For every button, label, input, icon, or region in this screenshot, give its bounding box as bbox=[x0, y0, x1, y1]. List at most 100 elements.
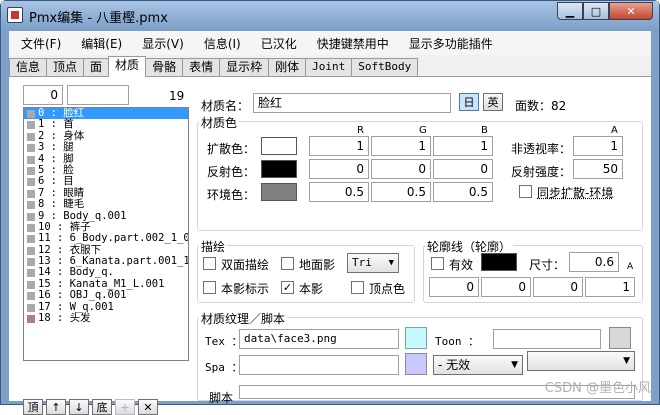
material-count: 19 bbox=[169, 89, 185, 103]
tex-path-input[interactable]: data\face3.png bbox=[239, 329, 399, 349]
material-swatch bbox=[27, 121, 35, 130]
edge-color-swatch[interactable] bbox=[481, 253, 517, 271]
menu-localized[interactable]: 已汉化 bbox=[253, 35, 305, 52]
tab-vertex[interactable]: 顶点 bbox=[46, 58, 85, 76]
diffuse-r-input[interactable]: 1 bbox=[309, 136, 369, 156]
spa-preview[interactable] bbox=[405, 353, 427, 375]
material-name-input[interactable]: 脸红 bbox=[253, 93, 451, 113]
material-swatch bbox=[27, 303, 35, 312]
app-window: Pmx编集 - 八重樫.pmx ▁ □ ✕ 文件(F) 编辑(E) 显示(V) … bbox=[0, 0, 660, 415]
primitive-select[interactable]: Tri ▼ bbox=[347, 253, 399, 273]
menu-view[interactable]: 显示(V) bbox=[134, 35, 192, 52]
toon-label: Toon ： bbox=[435, 335, 480, 348]
double-sided-label: 双面描绘 bbox=[221, 258, 270, 272]
ambient-r-input[interactable]: 0.5 bbox=[309, 182, 369, 202]
title-bar[interactable]: Pmx编集 - 八重樫.pmx ▁ □ ✕ bbox=[1, 1, 659, 29]
minimize-button[interactable]: ▁ bbox=[557, 2, 583, 20]
specular-g-input[interactable]: 0 bbox=[371, 159, 431, 179]
material-swatch bbox=[27, 110, 35, 118]
tab-info[interactable]: 信息 bbox=[9, 58, 48, 76]
vertex-color-checkbox[interactable] bbox=[351, 281, 364, 294]
specular-color-swatch[interactable] bbox=[261, 160, 297, 178]
chevron-down-icon: ▼ bbox=[388, 258, 394, 268]
tab-morph[interactable]: 表情 bbox=[182, 58, 221, 76]
alpha-input[interactable]: 1 bbox=[573, 136, 623, 156]
tex-preview[interactable] bbox=[405, 327, 427, 349]
move-down-button[interactable]: ↓ bbox=[69, 399, 89, 415]
col-g: G bbox=[419, 125, 427, 136]
edge-g-input[interactable]: 0 bbox=[481, 277, 531, 297]
edge-valid-checkbox[interactable] bbox=[431, 257, 444, 270]
spa-path-input[interactable] bbox=[239, 355, 399, 375]
menu-edit[interactable]: 编辑(E) bbox=[73, 35, 130, 52]
app-icon[interactable] bbox=[7, 7, 23, 23]
chevron-down-icon: ▼ bbox=[511, 360, 518, 370]
material-search-input[interactable] bbox=[67, 85, 129, 105]
tab-display-frame[interactable]: 显示枠 bbox=[219, 58, 270, 76]
material-index-input[interactable]: 0 bbox=[23, 85, 63, 105]
diffuse-g-input[interactable]: 1 bbox=[371, 136, 431, 156]
alpha-label: 非透视率： bbox=[511, 142, 572, 156]
self-shadow-map-checkbox[interactable] bbox=[203, 281, 216, 294]
diffuse-label: 扩散色： bbox=[207, 142, 256, 156]
material-swatch bbox=[27, 258, 35, 267]
ground-shadow-checkbox[interactable] bbox=[281, 257, 294, 270]
material-swatch bbox=[27, 223, 35, 232]
self-shadow-map-label: 本影标示 bbox=[221, 282, 270, 296]
tab-material[interactable]: 材质 bbox=[108, 56, 147, 77]
toon-input[interactable] bbox=[493, 329, 601, 349]
lang-en-button[interactable]: 英 bbox=[483, 93, 503, 111]
delete-button[interactable]: ✕ bbox=[138, 399, 158, 415]
add-button[interactable]: + bbox=[115, 399, 135, 415]
menu-file[interactable]: 文件(F) bbox=[13, 35, 69, 52]
diffuse-b-input[interactable]: 1 bbox=[433, 136, 493, 156]
color-group-title: 材质色 bbox=[199, 114, 240, 131]
list-item[interactable]: 18 : 头发 bbox=[24, 312, 188, 324]
tab-bone[interactable]: 骨骼 bbox=[145, 58, 184, 76]
edge-b-input[interactable]: 0 bbox=[533, 277, 583, 297]
material-list[interactable]: 0 : 脸红 1 : 首 2 : 身体 3 : 腿 4 : 脚 5 : 脸 6 … bbox=[23, 107, 189, 361]
tab-rigidbody[interactable]: 刚体 bbox=[268, 58, 307, 76]
close-button[interactable]: ✕ bbox=[609, 2, 653, 20]
move-up-button[interactable]: ↑ bbox=[46, 399, 66, 415]
ambient-g-input[interactable]: 0.5 bbox=[371, 182, 431, 202]
specular-b-input[interactable]: 0 bbox=[433, 159, 493, 179]
ambient-color-swatch[interactable] bbox=[261, 183, 297, 201]
material-swatch bbox=[27, 246, 35, 255]
edge-size-label: 尺寸： bbox=[529, 258, 566, 272]
tab-face[interactable]: 面 bbox=[83, 58, 110, 76]
shared-toon-select[interactable]: ▼ bbox=[527, 351, 635, 371]
sync-checkbox[interactable] bbox=[519, 185, 532, 198]
toon-preview[interactable] bbox=[609, 327, 631, 349]
spec-power-label: 反射强度： bbox=[511, 165, 572, 179]
sync-label[interactable]: 同步扩散-环境 bbox=[537, 184, 613, 201]
tab-softbody[interactable]: SoftBody bbox=[351, 58, 419, 76]
menu-shortcuts[interactable]: 快捷键禁用中 bbox=[309, 35, 397, 52]
double-sided-checkbox[interactable] bbox=[203, 257, 216, 270]
spa-mode-select[interactable]: - 无效 ▼ bbox=[433, 355, 523, 375]
menu-info[interactable]: 信息(I) bbox=[196, 35, 249, 52]
edge-a-input[interactable]: 1 bbox=[585, 277, 635, 297]
lang-jp-button[interactable]: 日 bbox=[459, 93, 479, 111]
edge-valid-label: 有效 bbox=[449, 258, 474, 272]
menu-plugins[interactable]: 显示多功能插件 bbox=[401, 35, 501, 52]
material-swatch bbox=[27, 166, 35, 175]
material-name-label: 材质名： bbox=[201, 99, 250, 113]
specular-r-input[interactable]: 0 bbox=[309, 159, 369, 179]
move-bottom-button[interactable]: 底 bbox=[92, 399, 112, 415]
tex-label: Tex ： bbox=[205, 335, 243, 348]
maximize-button[interactable]: □ bbox=[583, 2, 609, 20]
edge-r-input[interactable]: 0 bbox=[429, 277, 479, 297]
ambient-b-input[interactable]: 0.5 bbox=[433, 182, 493, 202]
diffuse-color-swatch[interactable] bbox=[261, 137, 297, 155]
client-area: 文件(F) 编辑(E) 显示(V) 信息(I) 已汉化 快捷键禁用中 显示多功能… bbox=[9, 31, 651, 415]
move-top-button[interactable]: 頂 bbox=[23, 399, 43, 415]
material-swatch bbox=[27, 292, 35, 301]
spec-power-input[interactable]: 50 bbox=[573, 159, 623, 179]
self-shadow-checkbox[interactable]: ✓ bbox=[281, 281, 294, 294]
tab-joint[interactable]: Joint bbox=[305, 58, 353, 76]
material-swatch bbox=[27, 280, 35, 289]
material-swatch bbox=[27, 315, 35, 324]
material-swatch bbox=[27, 144, 35, 153]
edge-size-input[interactable]: 0.6 bbox=[569, 252, 619, 272]
